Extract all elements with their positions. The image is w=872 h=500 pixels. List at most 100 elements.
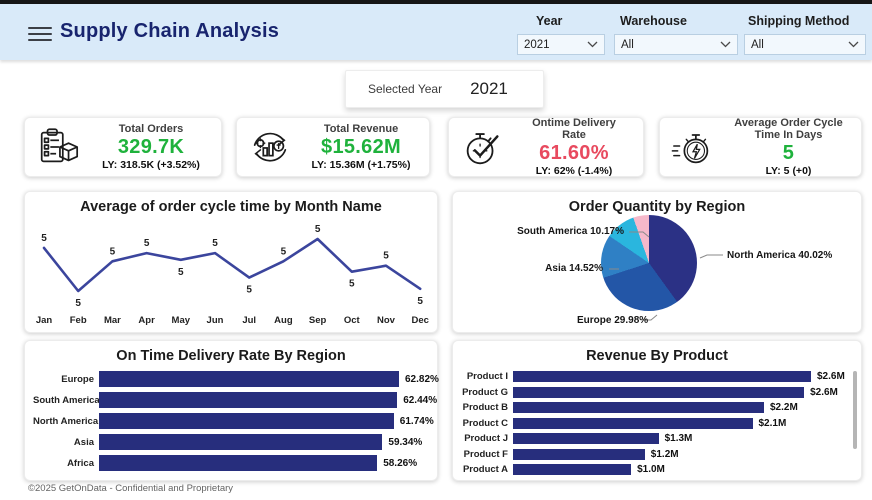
bar-value-label: $2.2M <box>770 402 798 413</box>
dashboard: Supply Chain Analysis Year Warehouse Shi… <box>0 0 872 500</box>
bar-row: Product G $2.6M <box>461 386 847 398</box>
pie-label-north-america: North America 40.02% <box>727 250 833 261</box>
bar-row: Product J $1.3M <box>461 433 847 444</box>
data-label: 5 <box>383 251 389 262</box>
selected-year-value: 2021 <box>470 79 508 98</box>
data-label: 5 <box>246 285 252 296</box>
kpi-value: 5 <box>782 142 795 165</box>
kpi-card-avg-order-cycle: Average Order Cycle Time In Days 5 LY: 5… <box>659 117 862 177</box>
bar-category-label: North America <box>33 415 99 427</box>
data-label: 5 <box>178 267 184 278</box>
bar[interactable] <box>513 417 753 429</box>
revenue-bar-chart-card: Revenue By Product Product I $2.6M Product… <box>452 340 862 481</box>
bar-value-label: 59.34% <box>388 436 423 448</box>
bar-category-label: Product I <box>466 371 508 382</box>
bar-category-label: Product C <box>462 417 508 429</box>
shipping-method-filter-label: Shipping Method <box>748 14 850 28</box>
data-label: 5 <box>212 238 218 249</box>
bar-value-label: $1.3M <box>664 433 693 444</box>
x-axis-label: Aug <box>274 315 293 326</box>
kpi-ly-value: LY: 62% (-1.4%) <box>535 165 613 178</box>
pie-label-asia: Asia 14.52% <box>545 263 603 274</box>
bar[interactable] <box>513 448 645 460</box>
revenue-bar-chart: Product I $2.6M Product G $2.6M Product B $2.… <box>461 371 847 480</box>
data-label: 5 <box>41 233 47 244</box>
revenue-chart-title: Revenue By Product <box>586 348 728 364</box>
revenue-cycle-icon <box>253 132 287 162</box>
kpi-ly-value: LY: 5 (+0) <box>765 165 812 178</box>
hamburger-menu-icon[interactable] <box>28 23 52 43</box>
x-axis-label: Feb <box>70 315 87 326</box>
x-axis-label: Jun <box>207 315 224 326</box>
bar-value-label: 58.26% <box>383 457 418 469</box>
bar-row: North America 61.74% <box>33 413 434 429</box>
stopwatch-check-icon <box>466 133 499 165</box>
x-axis-label: Oct <box>344 315 361 326</box>
x-axis-label: Dec <box>411 315 428 326</box>
kpi-value: 61.60% <box>539 142 609 165</box>
header-bar: Supply Chain Analysis Year Warehouse Shi… <box>0 4 872 60</box>
bar-category-label: South America <box>33 394 100 406</box>
bar[interactable] <box>99 392 398 408</box>
kpi-title: Average Order Cycle Time In Days <box>734 116 843 142</box>
kpi-card-total-revenue: Total Revenue $15.62M LY: 15.36M (+1.75%… <box>236 117 430 177</box>
data-label: 5 <box>110 246 116 257</box>
kpi-value: $15.62M <box>321 135 401 158</box>
bar[interactable] <box>99 434 383 450</box>
bar[interactable] <box>99 455 378 471</box>
bar-value-label: 61.74% <box>399 415 434 427</box>
chevron-down-icon <box>848 41 859 48</box>
shipping-method-dropdown-value: All <box>751 38 764 51</box>
bar-category-label: Product B <box>462 402 508 413</box>
bar-value-label: $1.0M <box>637 464 665 475</box>
warehouse-dropdown-value: All <box>621 38 634 51</box>
line-chart[interactable]: 5 Jan 5 Feb 5 Mar 5 Apr 5 May 5 Jun 5 Jul 5 Aug 5 Sep 5 Oct… <box>25 220 439 332</box>
pie-label-south-america: South America 10.17% <box>517 226 624 237</box>
data-label: 5 <box>315 224 321 235</box>
x-axis-label: May <box>172 315 191 326</box>
kpi-card-ontime-delivery: Ontime Delivery Rate 61.60% LY: 62% (-1.… <box>448 117 644 177</box>
data-label: 5 <box>281 246 287 257</box>
warehouse-dropdown[interactable]: All <box>614 34 738 55</box>
data-label: 5 <box>75 298 81 309</box>
year-dropdown[interactable]: 2021 <box>517 34 605 55</box>
otd-bar-chart: Europe 62.82% South America 62.44% North Ame… <box>33 371 439 476</box>
bar[interactable] <box>99 371 399 387</box>
selected-year-label: Selected Year <box>368 82 443 96</box>
bar-row: Asia 59.34% <box>33 434 429 450</box>
bar-row: Product I $2.6M <box>461 371 847 382</box>
chevron-down-icon <box>720 41 731 48</box>
bar-row: Product A $1.0M <box>461 464 847 475</box>
bar[interactable] <box>513 371 811 382</box>
stopwatch-fast-icon <box>671 134 709 164</box>
kpi-card-total-orders: Total Orders 329.7K LY: 318.5K (+3.52%) <box>24 117 222 177</box>
selected-year-card: Selected Year 2021 <box>345 70 544 108</box>
bar[interactable] <box>513 464 632 475</box>
bar[interactable] <box>513 386 805 398</box>
bar-category-label: Asia <box>73 436 94 448</box>
bar-category-label: Product J <box>464 433 508 444</box>
x-axis-label: Nov <box>377 315 396 326</box>
bar[interactable] <box>99 413 394 429</box>
shipping-method-dropdown[interactable]: All <box>744 34 866 55</box>
bar-row: Africa 58.26% <box>33 455 429 471</box>
bar-row: Product C $2.1M <box>461 417 847 429</box>
bar[interactable] <box>513 433 659 444</box>
bar[interactable] <box>513 402 764 413</box>
bar-category-label: Africa <box>67 457 94 469</box>
bar-category-label: Europe <box>61 373 94 385</box>
page-title: Supply Chain Analysis <box>60 20 280 42</box>
bar-row: Product F $1.2M <box>461 448 847 460</box>
pie-label-europe: Europe 29.98% <box>577 315 649 326</box>
bar-row: South America 62.44% <box>33 392 437 408</box>
scrollbar-thumb[interactable] <box>853 371 857 449</box>
line-series[interactable] <box>42 237 422 293</box>
x-axis-label: Mar <box>104 315 121 326</box>
kpi-ly-value: LY: 15.36M (+1.75%) <box>311 158 411 171</box>
bar-value-label: 62.82% <box>405 373 439 385</box>
otd-chart-title: On Time Delivery Rate By Region <box>116 348 346 364</box>
clipboard-box-icon <box>40 128 79 163</box>
bar-value-label: $2.6M <box>810 386 838 398</box>
bar-value-label: $2.1M <box>758 417 787 429</box>
footer-copyright: ©2025 GetOnData - Confidential and Propr… <box>28 483 234 494</box>
